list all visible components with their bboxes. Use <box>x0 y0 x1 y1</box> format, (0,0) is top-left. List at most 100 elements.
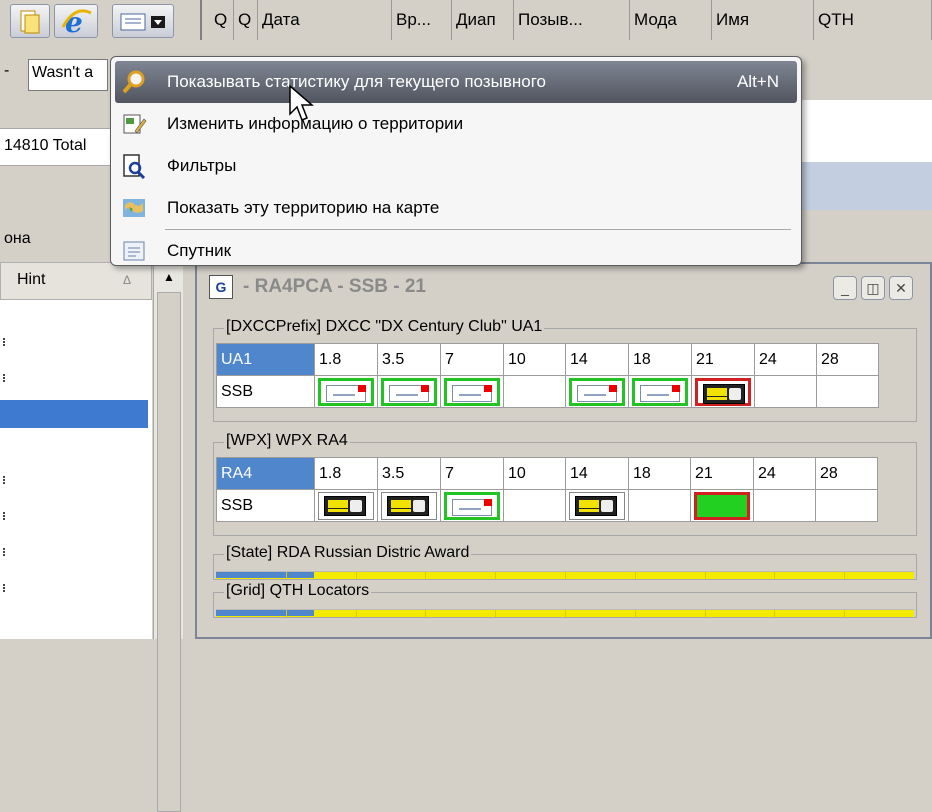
menu-item-shortcut: Alt+N <box>736 72 779 91</box>
band-status-cell[interactable] <box>503 375 566 408</box>
dxcc-band-table: UA1 1.8 3.5 7 10 14 18 21 24 28 SSB <box>216 343 879 408</box>
list-item[interactable] <box>3 548 6 556</box>
award-group-rda: [State] RDA Russian Distric Award <box>213 544 917 580</box>
column-header-name[interactable]: Имя <box>712 0 814 40</box>
award-window-title: - RA4PCA - SSB - 21 <box>243 276 426 297</box>
worked-marker <box>569 491 625 520</box>
qsl-confirmed-marker <box>444 377 500 406</box>
radio-icon <box>324 495 366 516</box>
group-title-dxcc: [DXCCPrefix] DXCC "DX Century Club" UA1 <box>224 318 545 336</box>
progress-tick <box>844 610 846 617</box>
context-menu: Показывать статистику для текущего позыв… <box>110 56 802 266</box>
progress-tick <box>565 572 566 579</box>
new-document-button[interactable] <box>10 4 50 38</box>
list-item[interactable] <box>3 338 6 346</box>
column-header-mode[interactable]: Мода <box>630 0 712 40</box>
radio-icon <box>387 495 429 516</box>
band-status-cell[interactable] <box>815 489 878 522</box>
edit-territory-icon <box>123 114 147 134</box>
band-status-cell[interactable] <box>565 489 629 522</box>
column-header-band[interactable]: Диап <box>452 0 514 40</box>
hint-list[interactable] <box>0 300 152 639</box>
hint-header-label: Hint <box>17 271 46 288</box>
band-label: 7 <box>440 457 504 490</box>
column-header-q1[interactable]: Q <box>210 0 234 40</box>
band-status-cell[interactable] <box>690 489 754 522</box>
progress-tick <box>355 610 357 617</box>
view-dropdown-icon <box>120 13 165 31</box>
group-title-rda: [State] RDA Russian Distric Award <box>224 544 472 562</box>
band-status-cell[interactable] <box>377 375 441 408</box>
rda-progress-bar <box>216 571 914 579</box>
list-item[interactable] <box>3 584 6 592</box>
close-button[interactable]: ✕ <box>889 276 913 300</box>
progress-tick <box>565 610 566 617</box>
band-label: 18 <box>628 457 691 490</box>
restore-button[interactable]: ◫ <box>861 276 885 300</box>
band-status-cell[interactable] <box>691 375 755 408</box>
progress-tick <box>704 572 706 579</box>
progress-tick <box>704 610 706 617</box>
group-header-cell: RA4 <box>216 457 315 490</box>
band-status-cell[interactable] <box>565 375 629 408</box>
list-item[interactable] <box>3 476 6 484</box>
grid-progress-fill <box>216 610 314 616</box>
grid-row-area <box>800 100 932 162</box>
band-label: 21 <box>691 343 755 376</box>
progress-tick <box>355 572 357 579</box>
band-status-cell[interactable] <box>503 489 566 522</box>
band-status-cell[interactable] <box>628 489 691 522</box>
column-header-time[interactable]: Вр... <box>392 0 452 40</box>
band-status-cell[interactable] <box>377 489 441 522</box>
wpx-band-table: RA4 1.8 3.5 7 10 14 18 21 24 28 SSB <box>216 457 878 522</box>
list-item[interactable] <box>3 374 6 382</box>
menu-item-show-statistics[interactable]: Показывать статистику для текущего позыв… <box>115 61 797 103</box>
progress-tick <box>285 572 287 579</box>
menu-item-label: Показать эту территорию на карте <box>167 198 440 217</box>
search-input[interactable]: Wasn't a <box>28 59 108 91</box>
mouse-cursor-icon <box>289 84 314 121</box>
scroll-thumb[interactable] <box>157 292 181 812</box>
left-dash: - <box>4 62 10 79</box>
qsl-card-icon <box>640 384 680 402</box>
band-label: 1.8 <box>314 457 378 490</box>
band-status-cell[interactable] <box>753 489 816 522</box>
band-label: 28 <box>816 343 879 376</box>
band-status-cell[interactable] <box>314 375 378 408</box>
radio-icon <box>703 383 745 404</box>
band-status-cell[interactable] <box>816 375 879 408</box>
list-item-selected[interactable] <box>0 400 148 428</box>
internet-explorer-button[interactable]: e <box>54 4 98 39</box>
vertical-scrollbar[interactable]: ▲ <box>153 262 183 812</box>
menu-item-satellite[interactable]: Спутник <box>111 230 801 272</box>
menu-item-show-on-map[interactable]: Показать эту территорию на карте <box>111 187 801 229</box>
band-status-cell[interactable] <box>440 489 504 522</box>
menu-item-label: Изменить информацию о территории <box>167 114 464 133</box>
toolbar: e <box>0 0 197 40</box>
sort-caret-icon: Δ <box>123 273 132 287</box>
minimize-button[interactable]: _ <box>833 276 857 300</box>
progress-tick <box>774 572 776 579</box>
list-item[interactable] <box>3 512 6 520</box>
band-label: 14 <box>565 457 629 490</box>
menu-item-edit-territory[interactable]: Изменить информацию о территории <box>111 103 801 145</box>
menu-item-filters[interactable]: Фильтры <box>111 145 801 187</box>
band-label: 18 <box>628 343 692 376</box>
column-header-date[interactable]: Дата <box>258 0 392 40</box>
column-header-callsign[interactable]: Позыв... <box>514 0 630 40</box>
qsl-confirmed-marker <box>381 377 437 406</box>
band-status-cell[interactable] <box>628 375 692 408</box>
column-header-q2[interactable]: Q <box>234 0 258 40</box>
view-dropdown-button[interactable] <box>112 4 174 38</box>
band-status-cell[interactable] <box>440 375 504 408</box>
qsl-confirmed-marker <box>318 377 374 406</box>
stats-magnifier-icon <box>122 70 145 94</box>
radio-icon <box>575 495 617 516</box>
new-document-icon <box>20 10 40 34</box>
band-status-cell[interactable] <box>314 489 378 522</box>
band-status-cell[interactable] <box>754 375 817 408</box>
progress-tick <box>495 610 497 617</box>
column-header-qth[interactable]: QTH <box>814 0 932 40</box>
mode-label: SSB <box>216 489 315 522</box>
progress-tick <box>774 610 776 617</box>
